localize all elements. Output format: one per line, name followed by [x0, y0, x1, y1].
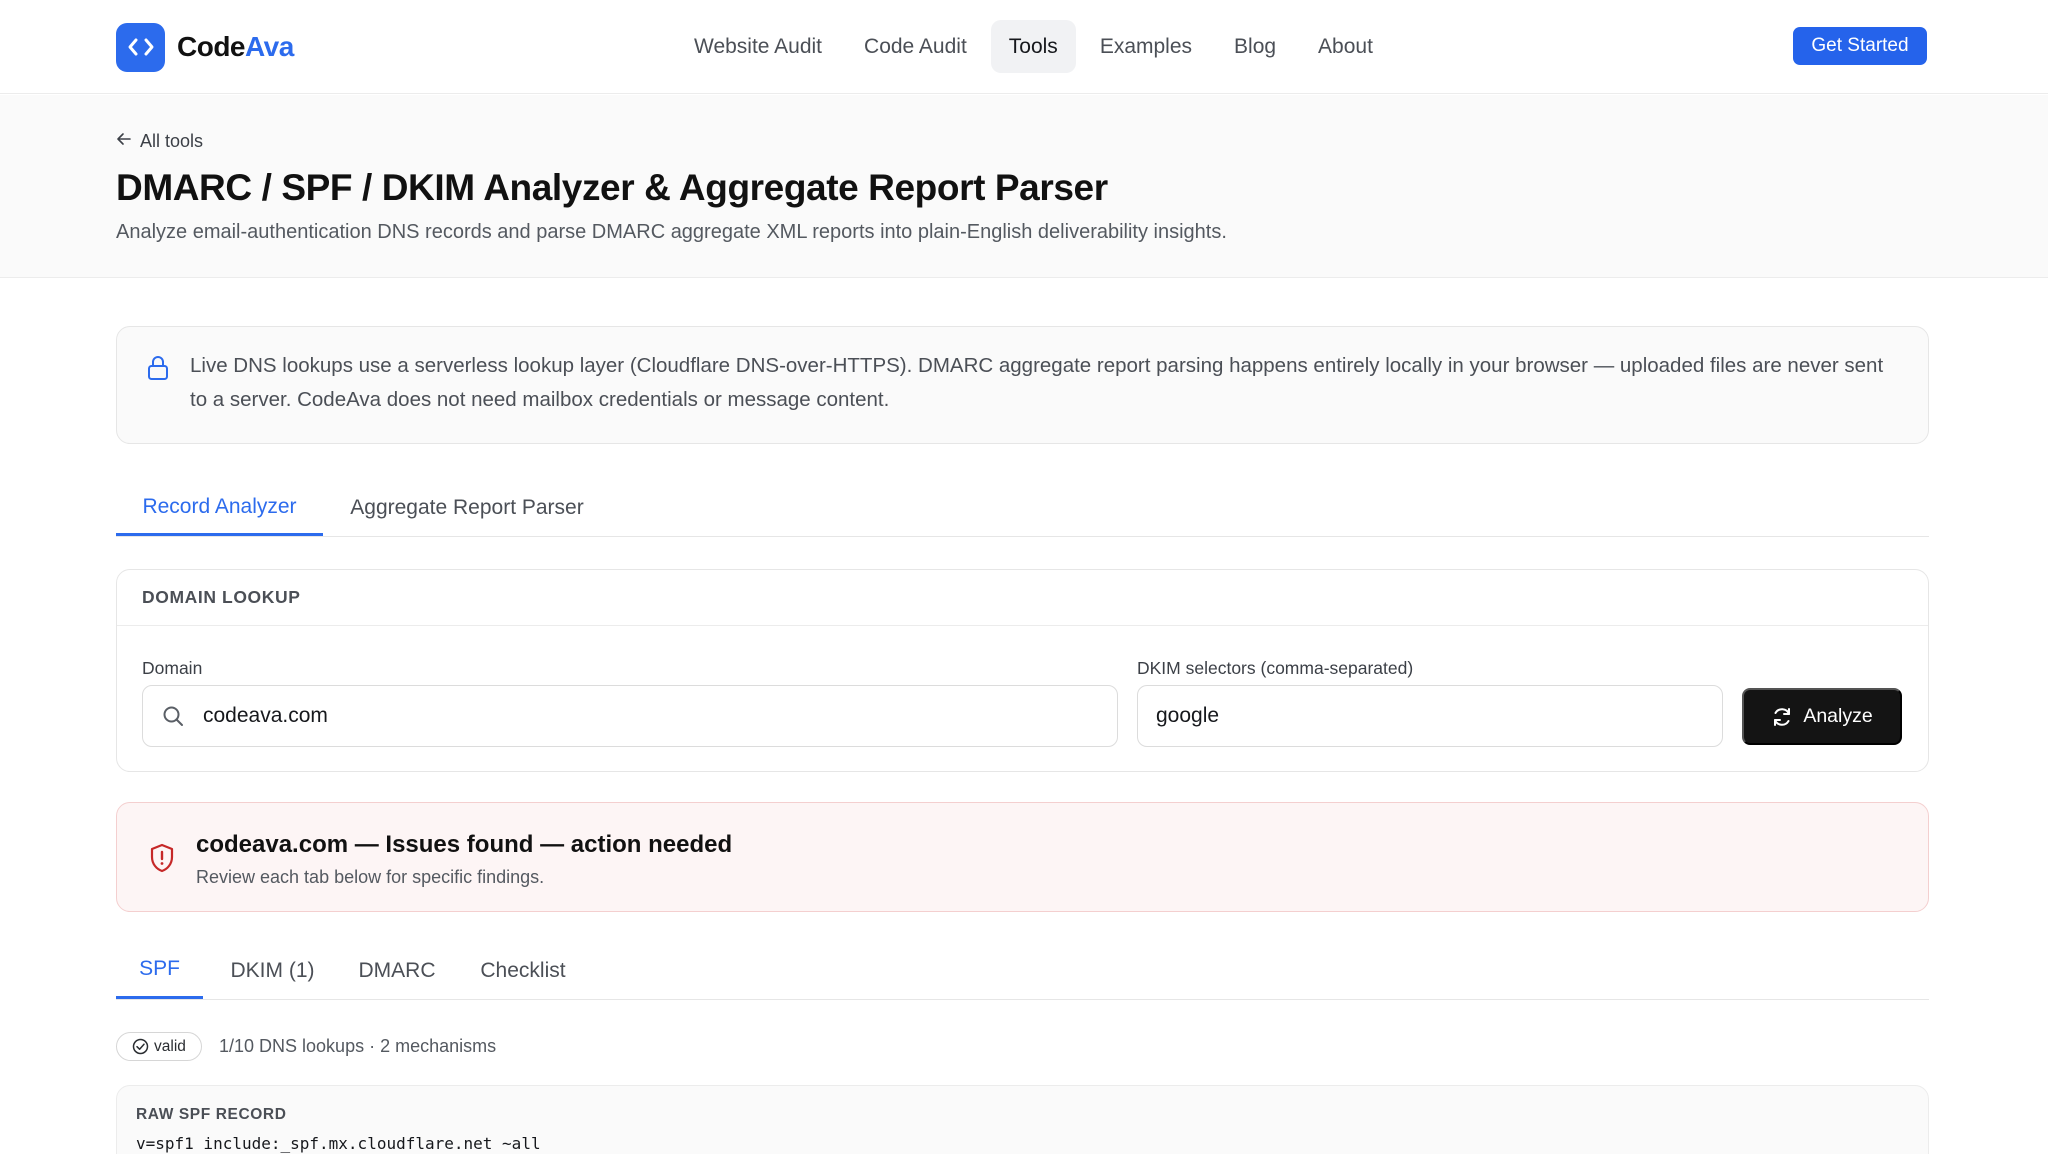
domain-field-label: Domain — [142, 658, 203, 678]
lock-icon — [147, 355, 169, 386]
dkim-selectors-label: DKIM selectors (comma-separated) — [1137, 658, 1414, 678]
alert-title: codeava.com — Issues found — action need… — [196, 831, 733, 858]
page-header: All tools DMARC / SPF / DKIM Analyzer & … — [0, 95, 2048, 278]
main-nav: Website Audit Code Audit Tools Examples … — [676, 20, 1397, 73]
tab-dkim[interactable]: DKIM (1) — [217, 942, 328, 999]
nav-link-website-audit[interactable]: Website Audit — [676, 20, 840, 73]
search-icon — [161, 704, 185, 728]
tab-spf[interactable]: SPF — [116, 942, 203, 999]
spf-lookup-summary: 1/10 DNS lookups · 2 mechanisms — [219, 1036, 497, 1056]
raw-spf-record-value: v=spf1 include:_spf.mx.cloudflare.net ~a… — [136, 1134, 541, 1153]
raw-spf-record-panel: RAW SPF RECORD v=spf1 include:_spf.mx.cl… — [116, 1085, 1929, 1154]
domain-lookup-card: DOMAIN LOOKUP Domain codeava.com DKIM se… — [116, 569, 1929, 772]
dkim-selectors-input[interactable]: google — [1137, 685, 1723, 747]
spf-status-label: valid — [154, 1037, 186, 1055]
top-navbar: CodeAva Website Audit Code Audit Tools E… — [0, 0, 2048, 94]
analyze-button[interactable]: Analyze — [1742, 688, 1902, 745]
result-tabs: SPF DKIM (1) DMARC Checklist — [116, 942, 1929, 1000]
check-circle-icon — [132, 1038, 149, 1055]
refresh-icon — [1771, 706, 1793, 728]
issues-alert: codeava.com — Issues found — action need… — [116, 802, 1929, 912]
tab-record-analyzer[interactable]: Record Analyzer — [116, 480, 323, 536]
back-link-label: All tools — [140, 131, 204, 151]
nav-link-blog[interactable]: Blog — [1216, 20, 1294, 73]
domain-input-value: codeava.com — [203, 704, 328, 727]
domain-lookup-heading: DOMAIN LOOKUP — [117, 570, 1928, 626]
brand-name: CodeAva — [177, 31, 294, 62]
alert-subtitle: Review each tab below for specific findi… — [196, 867, 545, 887]
tab-dmarc[interactable]: DMARC — [348, 942, 446, 999]
arrow-left-icon — [116, 131, 132, 152]
tab-aggregate-report-parser[interactable]: Aggregate Report Parser — [342, 480, 592, 536]
privacy-notice-text: Live DNS lookups use a serverless lookup… — [190, 354, 1884, 411]
code-brackets-icon — [116, 22, 165, 72]
nav-link-examples[interactable]: Examples — [1082, 20, 1210, 73]
back-to-tools-link[interactable]: All tools — [116, 131, 203, 152]
dkim-selectors-value: google — [1156, 704, 1220, 727]
analyze-button-label: Analyze — [1803, 705, 1873, 727]
nav-link-code-audit[interactable]: Code Audit — [846, 20, 985, 73]
nav-link-about[interactable]: About — [1300, 20, 1391, 73]
privacy-notice: Live DNS lookups use a serverless lookup… — [116, 326, 1929, 444]
domain-input[interactable]: codeava.com — [142, 685, 1118, 747]
raw-spf-record-label: RAW SPF RECORD — [136, 1106, 287, 1123]
tab-checklist[interactable]: Checklist — [463, 942, 583, 999]
nav-link-tools[interactable]: Tools — [990, 20, 1076, 73]
page-title: DMARC / SPF / DKIM Analyzer & Aggregate … — [116, 167, 1108, 208]
shield-alert-icon — [149, 843, 175, 878]
brand-logo[interactable]: CodeAva — [116, 22, 294, 72]
tool-mode-tabs: Record Analyzer Aggregate Report Parser — [116, 480, 1929, 537]
page-subtitle: Analyze email-authentication DNS records… — [116, 221, 1227, 243]
spf-status-badge: valid — [116, 1032, 202, 1061]
get-started-button[interactable]: Get Started — [1793, 27, 1927, 65]
